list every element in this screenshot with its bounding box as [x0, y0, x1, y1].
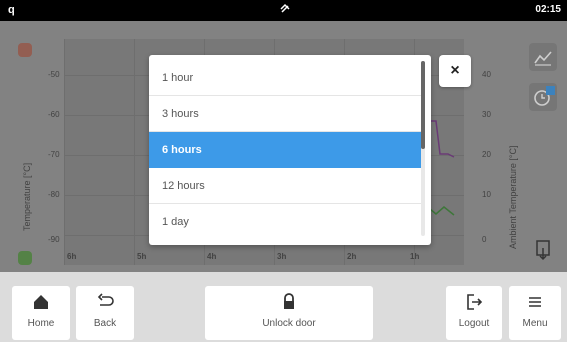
option-6-hours[interactable]: 6 hours: [149, 132, 421, 168]
lock-icon: [279, 292, 299, 312]
logout-button[interactable]: Logout: [446, 286, 502, 340]
bottom-bar: Home Back Unlock door Logout Menu: [0, 272, 567, 342]
home-icon: [31, 292, 51, 312]
back-icon: [95, 292, 115, 312]
option-1-day[interactable]: 1 day: [149, 204, 421, 240]
unlock-door-label: Unlock door: [262, 318, 316, 329]
scrollbar-thumb[interactable]: [421, 61, 425, 149]
unlock-door-button[interactable]: Unlock door: [205, 286, 373, 340]
time-range-dialog: 1 hour 3 hours 6 hours 12 hours 1 day: [149, 55, 431, 245]
option-12-hours[interactable]: 12 hours: [149, 168, 421, 204]
home-button[interactable]: Home: [12, 286, 70, 340]
logout-icon: [464, 292, 484, 312]
status-bar: q 02:15: [0, 0, 567, 21]
back-label: Back: [93, 318, 117, 329]
menu-label: Menu: [522, 318, 548, 329]
logout-label: Logout: [458, 318, 490, 329]
option-1-hour[interactable]: 1 hour: [149, 60, 421, 96]
menu-button[interactable]: Menu: [509, 286, 561, 340]
status-left-indicator: q: [8, 4, 15, 16]
close-button[interactable]: ×: [439, 55, 471, 87]
home-label: Home: [27, 318, 55, 329]
status-time: 02:15: [535, 4, 561, 15]
option-3-hours[interactable]: 3 hours: [149, 96, 421, 132]
no-network-icon: [279, 3, 291, 18]
back-button[interactable]: Back: [76, 286, 134, 340]
menu-icon: [525, 292, 545, 312]
